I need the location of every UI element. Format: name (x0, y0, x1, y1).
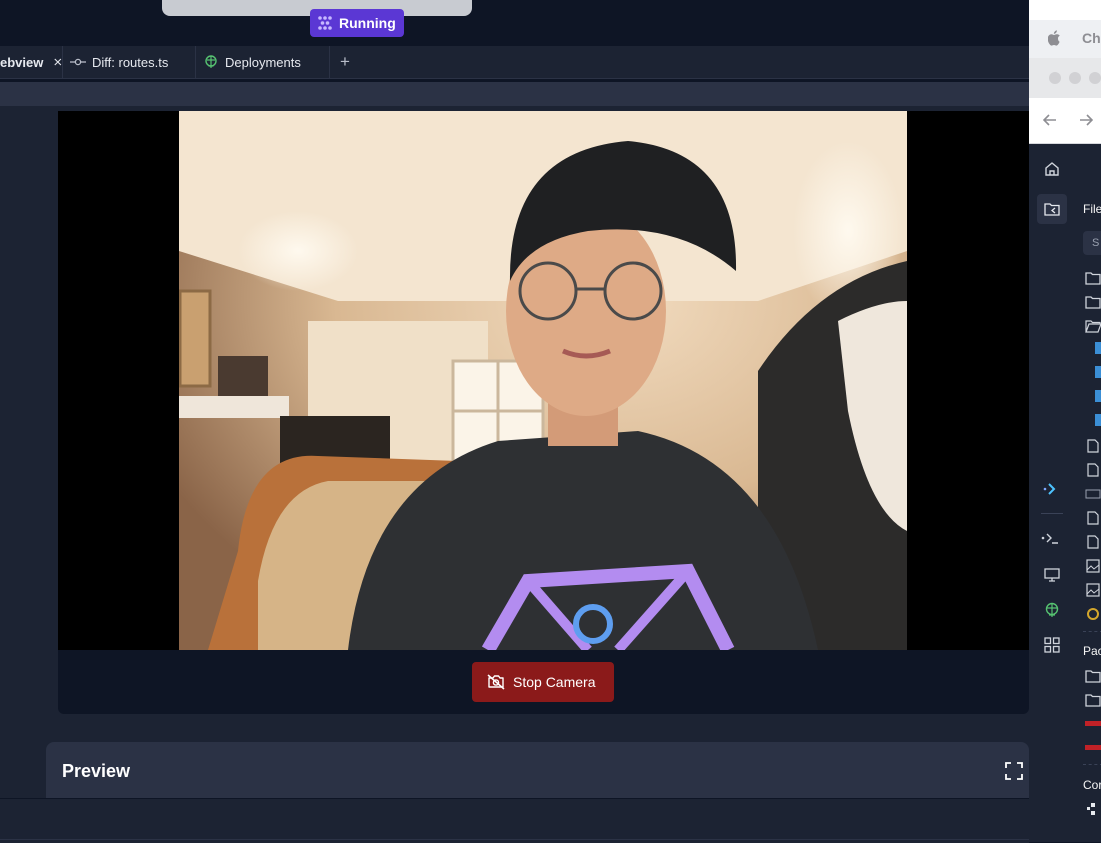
fullscreen-icon[interactable] (1005, 762, 1023, 780)
webcam-frame-image (58, 111, 1029, 650)
config-header: Cor (1083, 778, 1101, 792)
running-status-label: Running (339, 15, 396, 31)
npm-package-icon[interactable] (1085, 721, 1101, 726)
tab-webview[interactable]: ebview (0, 46, 63, 78)
git-commit-icon (70, 58, 86, 66)
image-file-icon[interactable] (1085, 559, 1101, 573)
forward-arrow-icon[interactable] (1079, 114, 1093, 126)
chrome-window: Chr (1029, 0, 1101, 842)
window-minimize-button[interactable] (1069, 72, 1081, 84)
webview-address-bar[interactable] (0, 82, 1029, 106)
file-icon[interactable] (1085, 439, 1101, 453)
desktop-strip (1029, 0, 1101, 20)
files-collapse-icon (1044, 203, 1060, 216)
config-file-icon[interactable] (1085, 607, 1101, 621)
folder-open-icon[interactable] (1085, 319, 1101, 333)
mac-menu-bar: Chr (1029, 20, 1101, 58)
file-search-placeholder: S (1092, 237, 1100, 249)
window-zoom-button[interactable] (1089, 72, 1101, 84)
image-file-icon[interactable] (1085, 583, 1101, 597)
running-status-badge[interactable]: Running (310, 9, 404, 37)
stop-camera-button[interactable]: Stop Camera (472, 662, 614, 702)
ide-tool-rail (1029, 144, 1095, 842)
file-icon[interactable] (1085, 511, 1101, 525)
apple-logo-icon[interactable] (1048, 30, 1062, 46)
files-tool-button[interactable] (1037, 194, 1067, 224)
tab-deployments-label: Deployments (225, 54, 301, 70)
camera-video-feed (58, 111, 1029, 650)
file-tree-panel: File S Pac Cor (1075, 144, 1101, 842)
folder-icon[interactable] (1085, 669, 1101, 683)
packages-header: Pac (1083, 644, 1101, 658)
new-tab-button[interactable]: + (336, 46, 354, 78)
bottom-divider (0, 839, 1029, 840)
folder-icon[interactable] (1085, 271, 1101, 285)
section-divider (1083, 631, 1101, 633)
folder-icon[interactable] (1085, 693, 1101, 707)
ts-file-icon[interactable] (1095, 414, 1101, 426)
shell-icon[interactable] (1041, 532, 1059, 544)
monitor-icon[interactable] (1044, 568, 1060, 582)
section-divider (1083, 764, 1101, 766)
file-search-input[interactable]: S (1083, 231, 1101, 255)
chrome-app-menu[interactable]: Chr (1082, 30, 1101, 46)
replit-ide: File S Pac Cor (1029, 144, 1101, 842)
bottom-panel (0, 798, 1029, 843)
tab-webview-label: ebview (0, 54, 44, 70)
running-dots-icon (318, 16, 332, 30)
file-icon[interactable] (1085, 463, 1101, 477)
workspace-header: Running (0, 0, 1029, 46)
close-icon[interactable] (54, 57, 62, 67)
chrome-title-bar (1029, 58, 1101, 98)
tab-deployments[interactable]: Deployments (197, 46, 330, 78)
tab-diff-routes[interactable]: Diff: routes.ts (64, 46, 196, 78)
ts-file-icon[interactable] (1095, 366, 1101, 378)
workflow-icon[interactable] (1087, 803, 1099, 815)
home-icon[interactable] (1044, 161, 1060, 177)
window-close-button[interactable] (1049, 72, 1061, 84)
stop-camera-label: Stop Camera (513, 674, 596, 690)
deployments-rail-icon[interactable] (1044, 602, 1060, 618)
chrome-toolbar (1029, 98, 1101, 144)
folder-icon[interactable] (1085, 295, 1101, 309)
file-icon[interactable] (1085, 535, 1101, 549)
workflow-icon[interactable] (1043, 481, 1059, 497)
files-header: File (1083, 202, 1101, 216)
preview-title: Preview (62, 761, 131, 781)
back-arrow-icon[interactable] (1043, 114, 1057, 126)
ts-file-icon[interactable] (1095, 390, 1101, 402)
tab-diff-label: Diff: routes.ts (92, 54, 169, 70)
npm-package-icon[interactable] (1085, 745, 1101, 750)
camera-off-icon (487, 674, 505, 690)
ts-file-icon[interactable] (1095, 342, 1101, 354)
deployments-icon (205, 55, 217, 68)
rail-divider (1041, 513, 1063, 514)
markdown-file-icon[interactable] (1085, 487, 1101, 501)
editor-tab-bar: ebview Diff: routes.ts Deployments + (0, 46, 1029, 79)
all-tools-grid-icon[interactable] (1044, 637, 1060, 653)
